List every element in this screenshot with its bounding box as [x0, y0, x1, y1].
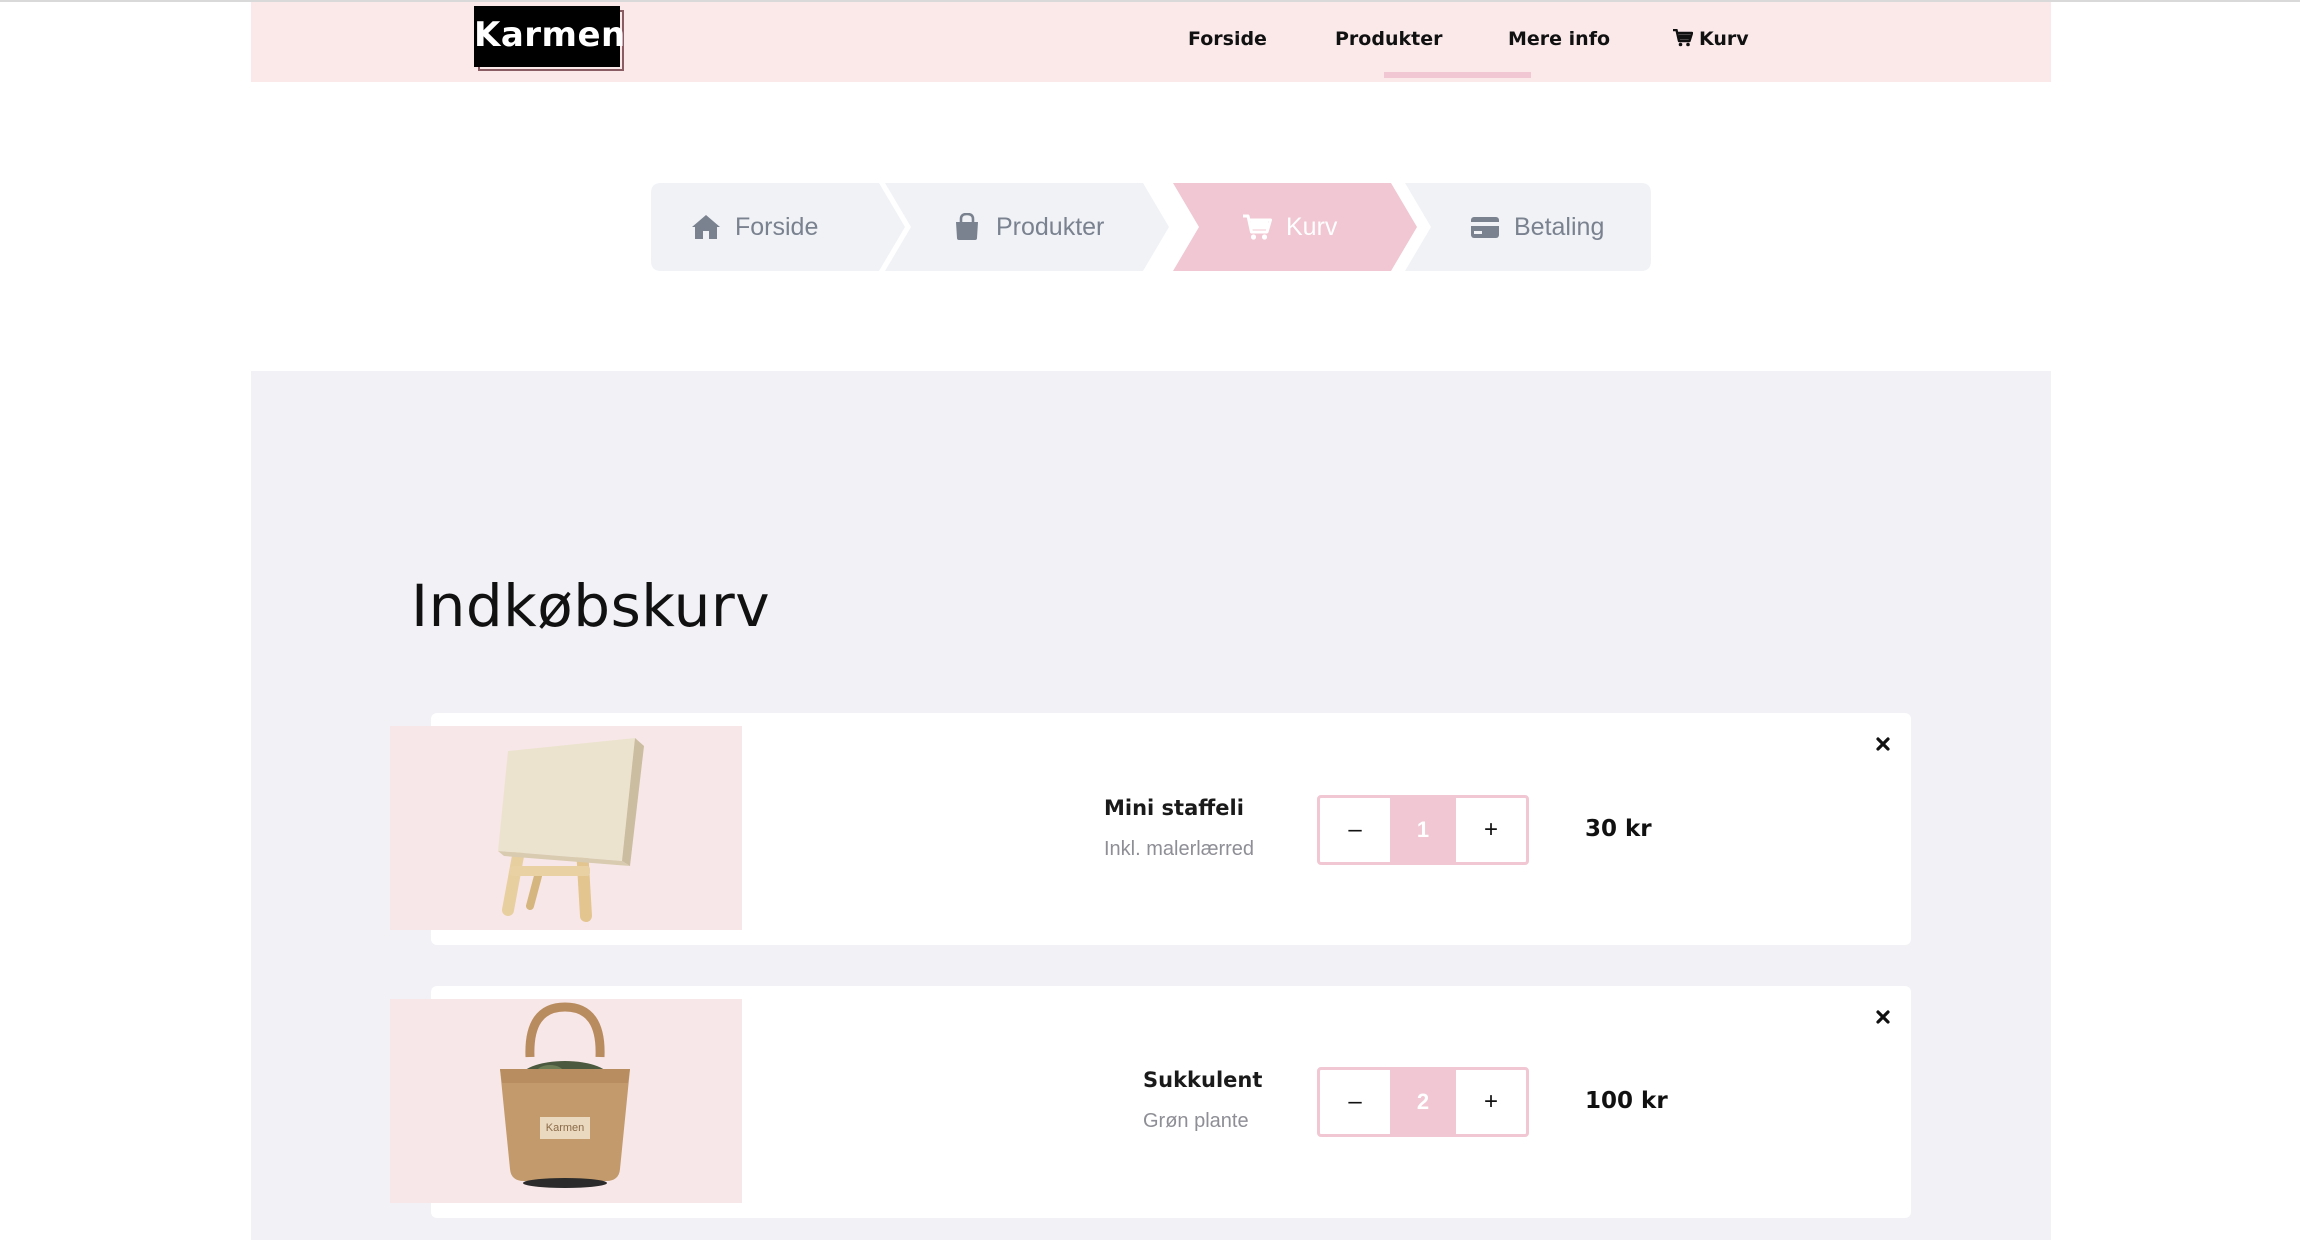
cart-icon [1243, 214, 1272, 240]
step-kurv-label: Kurv [1286, 212, 1338, 241]
logo[interactable]: Karmen [474, 6, 625, 71]
nav-link-mere-info[interactable]: Mere info [1508, 28, 1610, 50]
shopping-bag-icon [956, 213, 978, 240]
easel-illustration [498, 738, 644, 922]
nav-link-kurv[interactable]: Kurv [1673, 28, 1749, 50]
item-subtitle: Inkl. malerlærred [1104, 838, 1255, 860]
nav-link-forside[interactable]: Forside [1188, 28, 1267, 50]
nav-link-kurv-label: Kurv [1699, 28, 1749, 50]
decrement-button[interactable]: – [1320, 798, 1390, 862]
product-image-sukkulent: Karmen [390, 999, 742, 1203]
item-price: 30 kr [1585, 816, 1652, 842]
item-price: 100 kr [1585, 1088, 1668, 1114]
increment-button[interactable]: + [1456, 798, 1526, 862]
quantity-value: 2 [1390, 1070, 1456, 1134]
step-betaling-label: Betaling [1514, 212, 1605, 241]
increment-button[interactable]: + [1456, 1070, 1526, 1134]
bag-label-text: Karmen [545, 1122, 585, 1134]
cart-icon [1673, 29, 1693, 47]
close-icon[interactable] [1871, 1005, 1895, 1029]
step-produkter[interactable]: Produkter [885, 183, 1169, 271]
step-betaling[interactable]: Betaling [1405, 183, 1651, 271]
step-forside[interactable]: Forside [651, 183, 905, 271]
item-name: Sukkulent [1143, 1068, 1263, 1092]
logo-text: Karmen [474, 6, 625, 67]
step-forside-label: Forside [735, 212, 819, 241]
nav-active-indicator [1384, 72, 1531, 78]
nav-link-produkter[interactable]: Produkter [1335, 28, 1442, 50]
close-icon[interactable] [1871, 732, 1895, 756]
plant-bag-illustration [500, 1002, 630, 1188]
quantity-value: 1 [1390, 798, 1456, 862]
step-produkter-label: Produkter [996, 212, 1105, 241]
home-icon [692, 215, 720, 239]
quantity-stepper: – 1 + [1317, 795, 1529, 865]
checkout-steps: Forside Produkter Kurv Betaling [651, 183, 1651, 271]
item-name: Mini staffeli [1104, 796, 1244, 820]
item-subtitle: Grøn plante [1143, 1110, 1249, 1132]
credit-card-icon [1471, 217, 1499, 238]
product-image-mini-staffeli [390, 726, 742, 930]
quantity-stepper: – 2 + [1317, 1067, 1529, 1137]
step-kurv[interactable]: Kurv [1173, 183, 1417, 271]
decrement-button[interactable]: – [1320, 1070, 1390, 1134]
page-title: Indkøbskurv [411, 572, 771, 640]
